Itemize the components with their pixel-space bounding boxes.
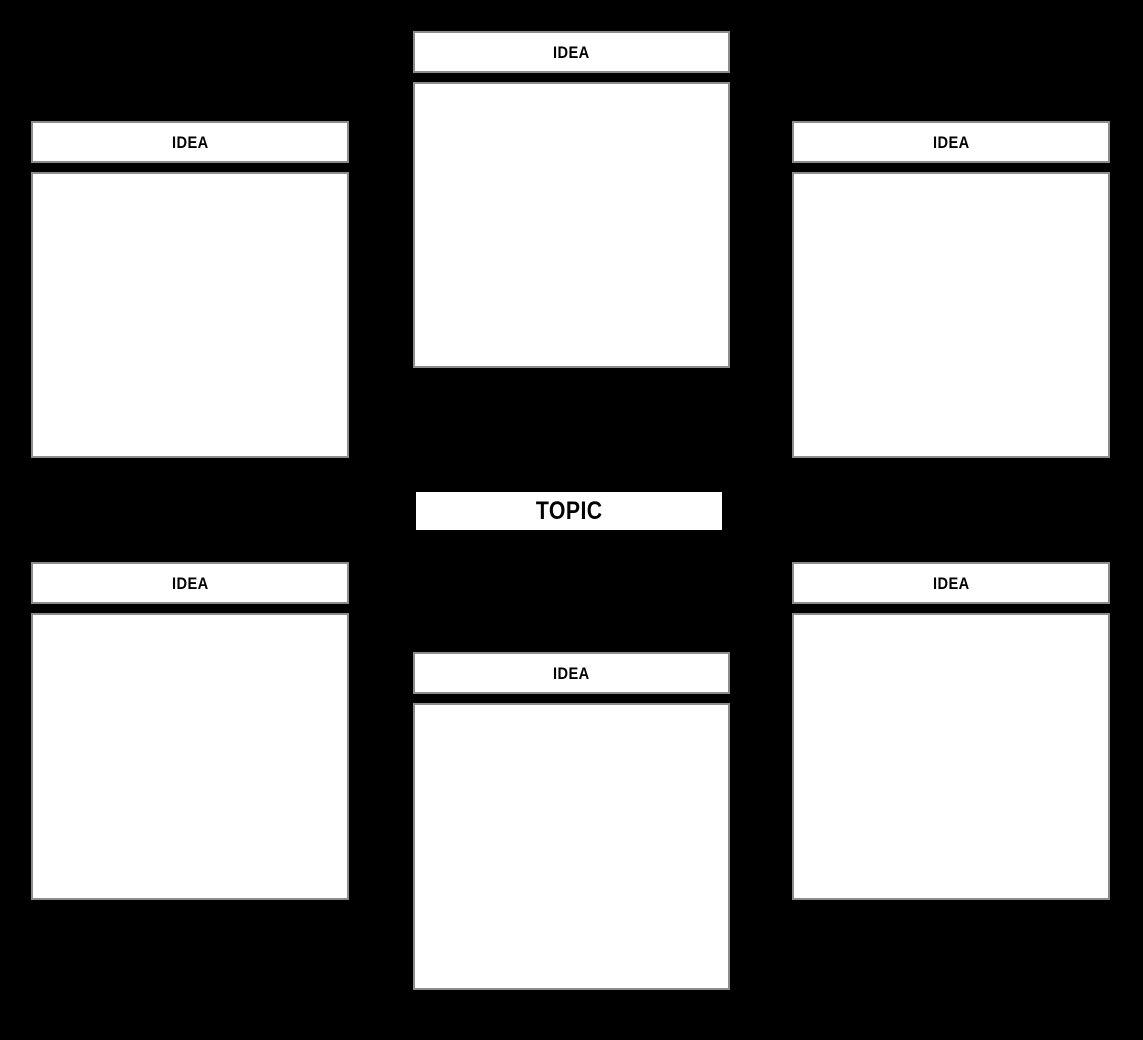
idea-header-bottom-center[interactable]: IDEA: [413, 652, 730, 694]
idea-label-top-left: IDEA: [171, 132, 209, 152]
idea-header-bottom-left[interactable]: IDEA: [31, 562, 349, 604]
idea-header-bottom-right[interactable]: IDEA: [792, 562, 1110, 604]
idea-header-top-center[interactable]: IDEA: [413, 31, 730, 73]
idea-label-bottom-right: IDEA: [932, 573, 970, 593]
idea-body-top-left[interactable]: [31, 172, 349, 458]
idea-header-top-right[interactable]: IDEA: [792, 121, 1110, 163]
idea-web-canvas: IDEA IDEA IDEA TOPIC IDEA IDEA IDEA: [0, 0, 1143, 1040]
idea-body-bottom-center[interactable]: [413, 703, 730, 990]
idea-label-top-center: IDEA: [553, 42, 590, 62]
idea-label-top-right: IDEA: [932, 132, 970, 152]
topic-box[interactable]: TOPIC: [416, 492, 722, 530]
topic-label: TOPIC: [535, 496, 603, 525]
idea-label-bottom-left: IDEA: [171, 573, 209, 593]
idea-body-bottom-right[interactable]: [792, 613, 1110, 900]
idea-header-top-left[interactable]: IDEA: [31, 121, 349, 163]
idea-body-top-right[interactable]: [792, 172, 1110, 458]
idea-body-top-center[interactable]: [413, 82, 730, 368]
idea-label-bottom-center: IDEA: [553, 663, 590, 683]
idea-body-bottom-left[interactable]: [31, 613, 349, 900]
